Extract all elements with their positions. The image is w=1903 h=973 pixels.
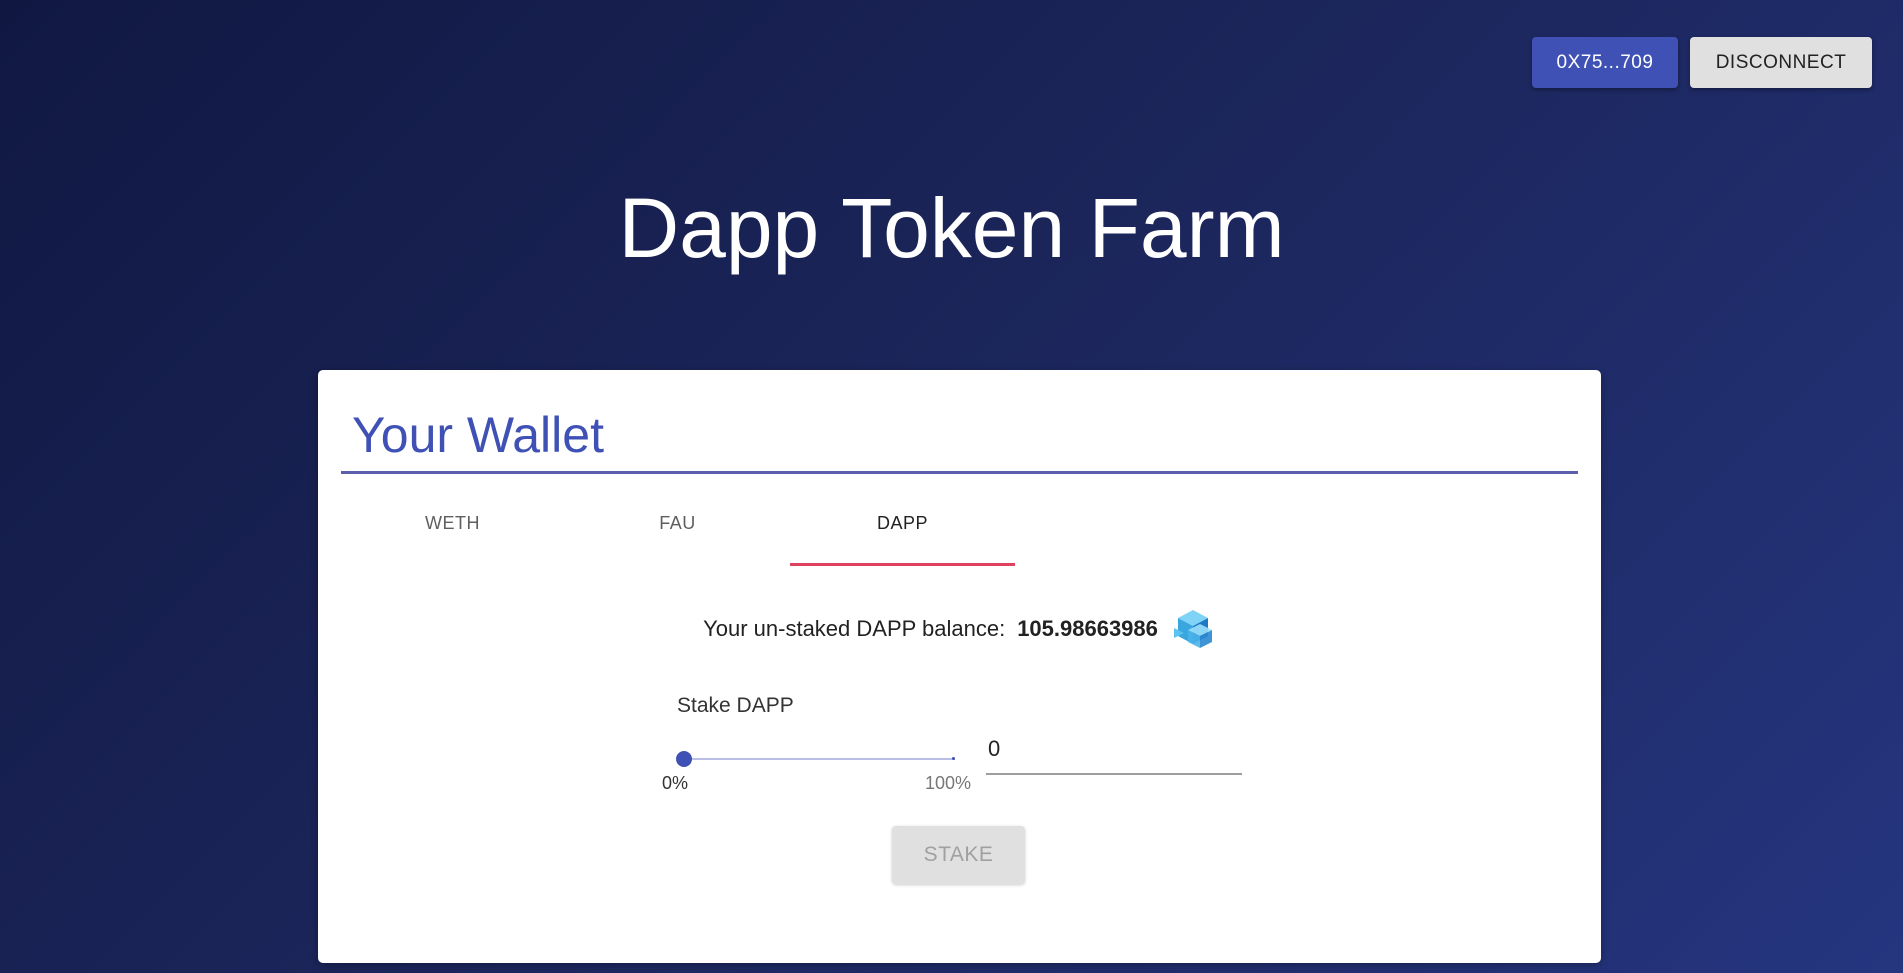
- stake-amount-input[interactable]: [986, 733, 1242, 775]
- balance-value: 105.98663986: [1017, 616, 1158, 641]
- top-bar: 0X75...709 DISCONNECT: [1532, 37, 1872, 88]
- slider-end-dot: [952, 757, 955, 760]
- slider-thumb[interactable]: [676, 751, 692, 767]
- wallet-card: Your Wallet WETH FAU DAPP Your un-staked…: [318, 370, 1601, 963]
- disconnect-button[interactable]: DISCONNECT: [1690, 37, 1872, 88]
- tab-fau[interactable]: FAU: [565, 500, 790, 566]
- stake-button[interactable]: STAKE: [892, 826, 1025, 884]
- balance-row: Your un-staked DAPP balance: 105.9866398…: [318, 606, 1601, 652]
- slider-max-label: 100%: [925, 773, 972, 793]
- token-tabs: WETH FAU DAPP: [318, 500, 1601, 566]
- tab-dapp[interactable]: DAPP: [790, 500, 1015, 566]
- account-button[interactable]: 0X75...709: [1532, 37, 1678, 88]
- app-title: Dapp Token Farm: [618, 181, 1285, 275]
- stake-slider[interactable]: [676, 749, 955, 769]
- slider-min-label: 0%: [662, 773, 689, 793]
- balance-label: Your un-staked DAPP balance:: [703, 616, 1006, 641]
- wallet-title: Your Wallet: [352, 407, 604, 463]
- slider-rail: [677, 758, 955, 760]
- stake-label: Stake DAPP: [677, 694, 794, 717]
- dapp-token-icon: [1173, 610, 1212, 648]
- wallet-title-divider: [341, 471, 1578, 474]
- tab-weth[interactable]: WETH: [340, 500, 565, 566]
- active-tab-indicator: [790, 563, 1015, 566]
